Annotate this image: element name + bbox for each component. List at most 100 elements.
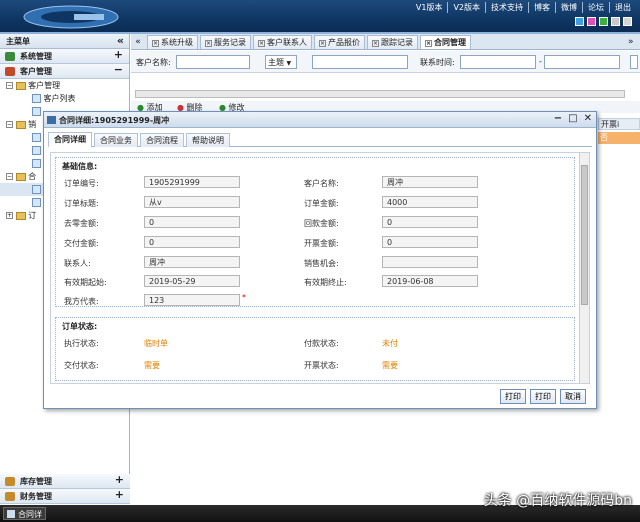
tree-collapse-icon[interactable]: − bbox=[6, 121, 13, 128]
dialog-body: 基础信息: 订单编号: 1905291999 客户名称: 周冲 订单标题: 从v… bbox=[50, 152, 590, 384]
tab-system-upgrade[interactable]: × 系统升级 bbox=[147, 35, 198, 49]
return-amount-field[interactable]: 0 bbox=[382, 216, 478, 228]
collapse-icon[interactable]: − bbox=[114, 63, 123, 76]
order-amount-field[interactable]: 4000 bbox=[382, 196, 478, 208]
zero-amount-label: 去零金额: bbox=[64, 219, 99, 228]
link-forum[interactable]: 论坛 bbox=[582, 2, 609, 13]
contact-time-end-input[interactable] bbox=[544, 55, 620, 69]
dialog-vertical-scrollbar[interactable] bbox=[579, 153, 589, 383]
sidebar-section-customer[interactable]: 客户管理 − bbox=[0, 63, 129, 79]
return-amount-label: 回款金额: bbox=[304, 219, 339, 228]
cancel-button[interactable]: 取消 bbox=[560, 389, 586, 404]
zero-amount-field[interactable]: 0 bbox=[144, 216, 240, 228]
tree-item-customer-folder[interactable]: − 客户管理 bbox=[0, 79, 129, 92]
print-button-2[interactable]: 打印 bbox=[530, 389, 556, 404]
scrollbar-thumb[interactable] bbox=[581, 165, 588, 305]
theme-swatch-pink[interactable] bbox=[587, 17, 596, 26]
tree-label: 合 bbox=[28, 172, 37, 181]
theme-swatches bbox=[575, 17, 632, 26]
opportunity-field[interactable] bbox=[382, 256, 478, 268]
expand-icon[interactable]: + bbox=[114, 48, 123, 61]
tab-label: 跟踪记录 bbox=[381, 38, 413, 47]
deliver-amount-label: 交付金额: bbox=[64, 239, 99, 248]
page-icon bbox=[32, 198, 41, 207]
sidebar-section-inventory[interactable]: 库存管理 + bbox=[0, 473, 130, 489]
tab-product-quotes[interactable]: × 产品报价 bbox=[314, 35, 365, 49]
tree-label: 销 bbox=[28, 120, 37, 129]
tree-expand-icon[interactable]: + bbox=[6, 212, 13, 219]
tab-close-icon[interactable]: × bbox=[425, 40, 432, 47]
window-icon bbox=[7, 510, 15, 518]
grid-column-header[interactable]: 开票i bbox=[598, 118, 640, 130]
tab-tracking-records[interactable]: × 跟踪记录 bbox=[367, 35, 418, 49]
deliver-status-label: 交付状态: bbox=[64, 361, 99, 370]
tab-strip: « × 系统升级 × 服务记录 × 客户联系人 × 产品报价 × 跟踪记录 × 合同管理 » bbox=[131, 34, 640, 50]
theme-swatch-green[interactable] bbox=[599, 17, 608, 26]
invoice-amount-field[interactable]: 0 bbox=[382, 236, 478, 248]
print-button[interactable]: 打印 bbox=[500, 389, 526, 404]
sidebar-section-system[interactable]: 系统管理 + bbox=[0, 48, 129, 64]
theme-swatch-gray[interactable] bbox=[611, 17, 620, 26]
tab-label: 产品报价 bbox=[328, 38, 360, 47]
tree-label: 客户列表 bbox=[43, 94, 76, 103]
dialog-tab-business[interactable]: 合同业务 bbox=[94, 133, 138, 147]
deliver-amount-field[interactable]: 0 bbox=[144, 236, 240, 248]
valid-start-field[interactable]: 2019-05-29 bbox=[144, 275, 240, 287]
brand-logo bbox=[23, 5, 119, 29]
link-blog[interactable]: 博客 bbox=[528, 2, 555, 13]
collapse-sidebar-icon[interactable]: « bbox=[117, 34, 124, 47]
customer-name-input[interactable] bbox=[176, 55, 250, 69]
theme-swatch-light[interactable] bbox=[623, 17, 632, 26]
expand-icon[interactable]: + bbox=[115, 473, 124, 486]
contact-time-start-input[interactable] bbox=[460, 55, 536, 69]
dialog-title-bar[interactable]: 合同详细:1905291999-周冲 − □ ✕ bbox=[44, 112, 596, 128]
taskbar-item-contract[interactable]: 合同详 bbox=[3, 507, 46, 520]
sidebar-section-finance[interactable]: 财务管理 + bbox=[0, 488, 130, 504]
tab-close-icon[interactable]: × bbox=[152, 40, 159, 47]
our-rep-field[interactable]: 123 bbox=[144, 294, 240, 306]
tab-scroll-left-icon[interactable]: « bbox=[131, 37, 145, 47]
minimize-icon[interactable]: − bbox=[554, 113, 562, 124]
tree-collapse-icon[interactable]: − bbox=[6, 173, 13, 180]
maximize-icon[interactable]: □ bbox=[568, 113, 577, 124]
link-logout[interactable]: 退出 bbox=[609, 2, 636, 13]
tab-close-icon[interactable]: × bbox=[372, 40, 379, 47]
link-support[interactable]: 技术支持 bbox=[485, 2, 528, 13]
customer-name-field[interactable]: 周冲 bbox=[382, 176, 478, 188]
dialog-tab-help[interactable]: 帮助说明 bbox=[186, 133, 230, 147]
search-extra-input[interactable] bbox=[630, 55, 638, 69]
tree-collapse-icon[interactable]: − bbox=[6, 82, 13, 89]
dialog-tab-detail[interactable]: 合同详细 bbox=[48, 132, 92, 147]
dialog-tabs: 合同详细 合同业务 合同流程 帮助说明 bbox=[48, 131, 592, 147]
tab-contract-management[interactable]: × 合同管理 bbox=[420, 35, 471, 49]
theme-swatch-blue[interactable] bbox=[575, 17, 584, 26]
tree-item-customer-list[interactable]: 客户列表 bbox=[0, 92, 129, 105]
close-icon[interactable]: ✕ bbox=[584, 113, 592, 124]
link-weibo[interactable]: 微博 bbox=[555, 2, 582, 13]
tab-customer-contacts[interactable]: × 客户联系人 bbox=[253, 35, 312, 49]
tab-service-records[interactable]: × 服务记录 bbox=[200, 35, 251, 49]
exec-status-label: 执行状态: bbox=[64, 339, 99, 348]
tab-close-icon[interactable]: × bbox=[258, 40, 265, 47]
order-no-field[interactable]: 1905291999 bbox=[144, 176, 240, 188]
grid-cell[interactable]: 否 bbox=[598, 132, 640, 144]
horizontal-scrollbar[interactable] bbox=[135, 90, 625, 98]
sidebar-header: 主菜单 « bbox=[0, 34, 129, 49]
section-label: 库存管理 bbox=[20, 477, 52, 486]
contact-field[interactable]: 周冲 bbox=[144, 256, 240, 268]
section-label: 系统管理 bbox=[20, 52, 52, 61]
tab-scroll-right-icon[interactable]: » bbox=[628, 37, 640, 47]
tab-close-icon[interactable]: × bbox=[319, 40, 326, 47]
tab-close-icon[interactable]: × bbox=[205, 40, 212, 47]
deliver-status-value: 需要 bbox=[144, 361, 160, 370]
topic-input[interactable] bbox=[312, 55, 408, 69]
section-label: 客户管理 bbox=[20, 67, 52, 76]
valid-end-field[interactable]: 2019-06-08 bbox=[382, 275, 478, 287]
topic-select[interactable]: 主题 ▼ bbox=[265, 55, 297, 69]
expand-icon[interactable]: + bbox=[115, 488, 124, 501]
order-title-field[interactable]: 从v bbox=[144, 196, 240, 208]
order-status-fieldset: 订单状态: 执行状态: 临时单 付款状态: 未付 交付状态: 需要 开票状态: … bbox=[55, 317, 575, 381]
dialog-tab-flow[interactable]: 合同流程 bbox=[140, 133, 184, 147]
link-v2[interactable]: V2版本 bbox=[447, 2, 485, 13]
link-v1[interactable]: V1版本 bbox=[411, 2, 448, 13]
